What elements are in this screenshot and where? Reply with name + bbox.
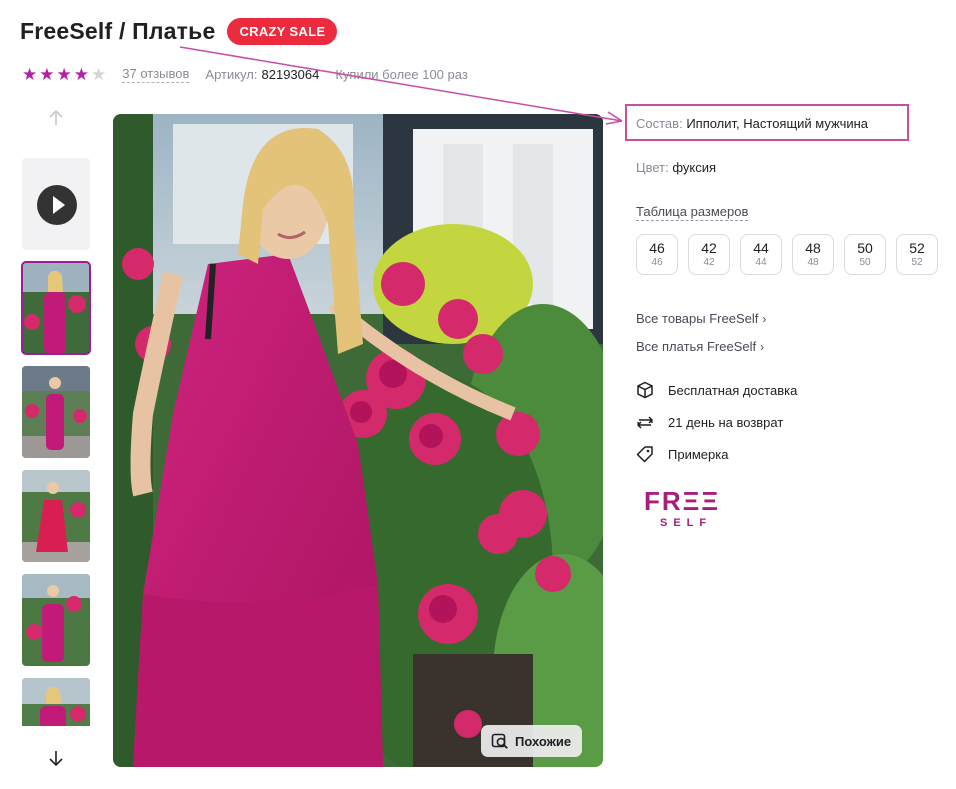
thumbnail-5[interactable]: [22, 678, 90, 726]
thumbnail-4[interactable]: [22, 574, 90, 666]
composition-value: Ипполит, Настоящий мужчина: [686, 116, 869, 131]
main-product-photo[interactable]: [113, 114, 603, 767]
size-table-link[interactable]: Таблица размеров: [636, 204, 749, 221]
star-icon: ★: [91, 65, 107, 84]
all-brand-dresses-label: Все платья FreeSelf: [636, 339, 757, 354]
article-label: Артикул:: [205, 67, 258, 82]
feature-return-label: 21 день на возврат: [668, 414, 784, 430]
thumbs-down-arrow-icon[interactable]: [44, 748, 68, 772]
meta-row: ★ ★ ★ ★ ★ 37 отзывов Артикул: 82193064 К…: [22, 66, 468, 83]
all-brand-products-label: Все товары FreeSelf: [636, 311, 759, 326]
composition-row: Состав: Ипполит, Настоящий мужчина: [636, 116, 868, 131]
video-thumbnail[interactable]: [22, 158, 90, 250]
similar-button-label: Похожие: [515, 733, 572, 749]
brand-logo[interactable]: FRΞΞ SELF: [644, 486, 724, 530]
color-value: фуксия: [672, 160, 717, 175]
star-icon: ★: [73, 65, 89, 84]
article-value[interactable]: 82193064: [262, 67, 320, 82]
size-option-52[interactable]: 52 52: [896, 234, 938, 275]
size-sub: 42: [703, 257, 715, 268]
feature-return: 21 день на возврат: [636, 413, 783, 431]
thumbnail-strip: [21, 158, 91, 726]
similar-search-icon: [491, 733, 508, 749]
color-row: Цвет: фуксия: [636, 160, 716, 175]
star-icon: ★: [22, 65, 38, 84]
size-sub: 48: [807, 257, 819, 268]
size-main: 42: [701, 240, 717, 256]
tag-icon: [636, 445, 654, 463]
size-option-42[interactable]: 42 42: [688, 234, 730, 275]
feature-delivery: Бесплатная доставка: [636, 381, 797, 399]
size-option-44[interactable]: 44 44: [740, 234, 782, 275]
sale-badge[interactable]: CRAZY SALE: [227, 18, 338, 45]
all-brand-dresses-link[interactable]: Все платья FreeSelf ›: [636, 339, 764, 354]
size-sub: 46: [651, 257, 663, 268]
svg-text:FRΞΞ: FRΞΞ: [644, 486, 720, 516]
rating-stars[interactable]: ★ ★ ★ ★ ★: [22, 66, 106, 83]
size-main: 44: [753, 240, 769, 256]
chevron-right-icon: ›: [760, 340, 765, 354]
size-main: 52: [909, 240, 925, 256]
similar-button[interactable]: Похожие: [481, 725, 583, 757]
play-icon: [37, 185, 77, 225]
thumbnail-1[interactable]: [21, 261, 91, 355]
reviews-link[interactable]: 37 отзывов: [122, 66, 190, 83]
size-sub: 52: [911, 257, 923, 268]
all-brand-products-link[interactable]: Все товары FreeSelf ›: [636, 311, 766, 326]
product-title: FreeSelf / Платье: [20, 18, 216, 44]
size-main: 50: [857, 240, 873, 256]
return-arrows-icon: [636, 413, 654, 431]
thumbs-up-arrow-icon[interactable]: [44, 108, 68, 132]
title-row: FreeSelf / Платье CRAZY SALE: [20, 18, 338, 45]
size-option-46[interactable]: 46 46: [636, 234, 678, 275]
thumbnail-2[interactable]: [22, 366, 90, 458]
size-option-50[interactable]: 50 50: [844, 234, 886, 275]
feature-delivery-label: Бесплатная доставка: [668, 382, 798, 398]
color-label: Цвет:: [636, 160, 669, 175]
feature-fitting: Примерка: [636, 445, 728, 463]
star-icon: ★: [56, 65, 72, 84]
svg-text:SELF: SELF: [660, 517, 712, 529]
size-sub: 50: [859, 257, 871, 268]
bought-count: Купили более 100 раз: [335, 67, 468, 82]
size-sub: 44: [755, 257, 767, 268]
feature-fitting-label: Примерка: [668, 446, 729, 462]
star-icon: ★: [39, 65, 55, 84]
size-main: 48: [805, 240, 821, 256]
thumbnail-3[interactable]: [22, 470, 90, 562]
composition-label: Состав:: [636, 116, 683, 131]
size-options: 46 46 42 42 44 44 48 48 50 50 52 52: [636, 234, 938, 275]
box-icon: [636, 381, 654, 399]
size-option-48[interactable]: 48 48: [792, 234, 834, 275]
size-main: 46: [649, 240, 665, 256]
chevron-right-icon: ›: [762, 312, 767, 326]
